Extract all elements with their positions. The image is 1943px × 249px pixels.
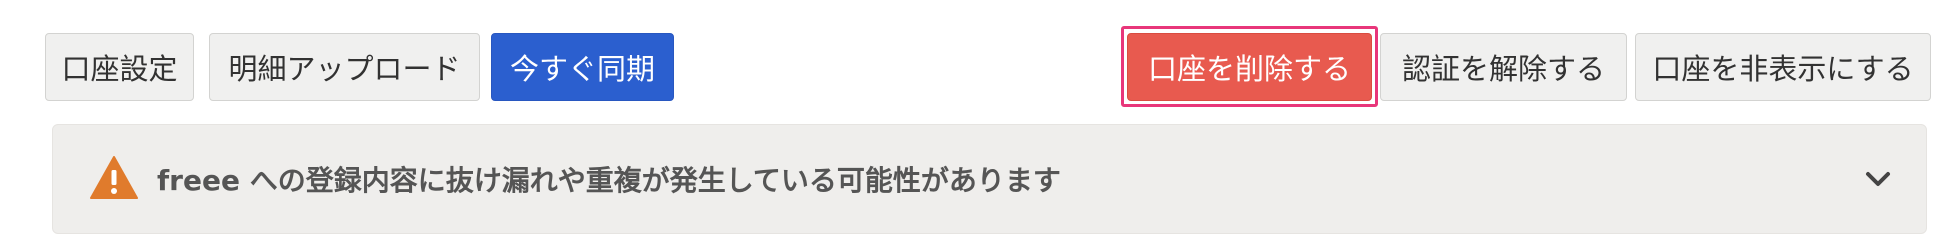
alert-message: freee への登録内容に抜け漏れや重複が発生している可能性があります (157, 164, 1061, 197)
upload-statement-button[interactable]: 明細アップロード (209, 33, 480, 101)
sync-now-button[interactable]: 今すぐ同期 (491, 33, 674, 101)
chevron-down-icon[interactable] (1862, 163, 1894, 195)
account-settings-button[interactable]: 口座設定 (45, 33, 194, 101)
hide-account-button[interactable]: 口座を非表示にする (1635, 33, 1931, 101)
toolbar: 口座設定 明細アップロード 今すぐ同期 口座を削除する 認証を解除する 口座を非… (0, 0, 1943, 110)
delete-account-button[interactable]: 口座を削除する (1127, 33, 1372, 101)
sync-warning-alert[interactable]: freee への登録内容に抜け漏れや重複が発生している可能性があります (52, 124, 1927, 234)
revoke-auth-button[interactable]: 認証を解除する (1380, 33, 1627, 101)
warning-triangle-icon (89, 155, 139, 200)
